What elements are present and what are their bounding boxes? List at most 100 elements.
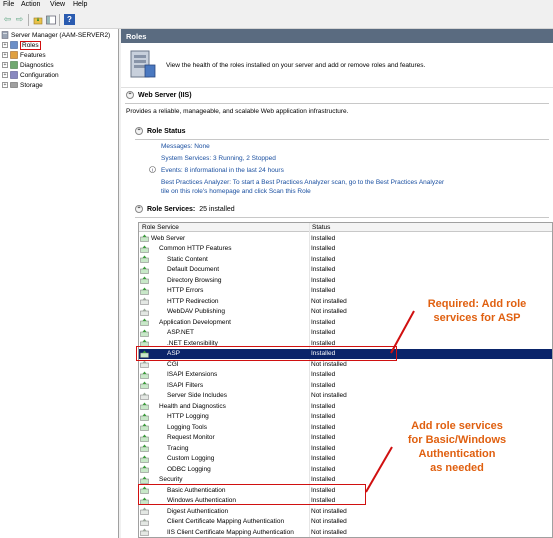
toolbar-separator — [59, 14, 60, 26]
expand-icon[interactable]: + — [2, 52, 8, 58]
table-row[interactable]: ISAPI Extensions Installed — [139, 370, 552, 381]
role-service-name: Tracing — [167, 444, 189, 452]
auth-callout-line1: Add role services — [411, 420, 503, 432]
info-icon: i — [149, 166, 156, 174]
role-service-name: Logging Tools — [167, 423, 207, 431]
table-row[interactable]: Health and Diagnostics Installed — [139, 401, 552, 412]
table-row[interactable]: IIS Client Certificate Mapping Authentic… — [139, 527, 552, 537]
role-services-title: Role Services: — [147, 205, 196, 213]
role-service-icon — [140, 507, 149, 515]
storage-icon — [10, 81, 18, 89]
bpa-link-line1[interactable]: Best Practices Analyzer: To start a Best… — [161, 179, 444, 186]
expand-icon[interactable]: + — [2, 62, 8, 68]
role-services-header[interactable]: ⌃ Role Services: 25 installed — [135, 203, 235, 215]
table-row[interactable]: Digest Authentication Not installed — [139, 506, 552, 517]
bpa-link-line2[interactable]: tile on this role's homepage and click S… — [161, 188, 311, 195]
tree-item-configuration[interactable]: + Configuration — [2, 70, 59, 80]
table-row[interactable]: HTTP Errors Installed — [139, 286, 552, 297]
tree-root[interactable]: Server Manager (AAM-SERVER2) — [1, 30, 110, 40]
menu-file[interactable]: File — [3, 1, 14, 8]
installed-role-service-icon — [140, 476, 149, 484]
role-service-status: Installed — [311, 318, 336, 326]
table-row[interactable]: Directory Browsing Installed — [139, 275, 552, 286]
diagnostics-icon — [10, 61, 18, 69]
tree-item-label: Roles — [20, 40, 41, 50]
role-service-name: Security — [159, 476, 183, 483]
installed-role-service-icon — [140, 255, 149, 263]
table-row[interactable]: Common HTTP Features Installed — [139, 244, 552, 255]
roles-summary: View the health of the roles installed o… — [121, 43, 553, 88]
table-row[interactable]: Default Document Installed — [139, 265, 552, 276]
collapse-icon[interactable]: ⌃ — [126, 91, 134, 99]
role-service-name: Application Development — [159, 318, 231, 326]
role-status-header[interactable]: ⌃ Role Status — [135, 125, 186, 137]
auth-callout-line4: as needed — [430, 462, 484, 474]
web-server-header[interactable]: ⌃ Web Server (IIS) — [126, 89, 192, 101]
expand-icon[interactable]: + — [2, 72, 8, 78]
role-service-name: Static Content — [167, 255, 208, 263]
messages-link[interactable]: Messages: None — [161, 143, 210, 150]
role-status-title: Role Status — [147, 127, 186, 135]
table-row[interactable]: Client Certificate Mapping Authenticatio… — [139, 517, 552, 528]
role-service-status: Installed — [311, 413, 336, 420]
table-row[interactable]: Server Side Includes Not installed — [139, 391, 552, 402]
role-service-name: ISAPI Extensions — [167, 371, 218, 378]
installed-role-service-icon — [140, 413, 149, 421]
menu-bar: File Action View Help — [0, 0, 553, 11]
role-service-status: Installed — [311, 455, 336, 462]
help-icon[interactable]: ? — [64, 14, 75, 25]
expand-icon[interactable]: + — [2, 82, 8, 88]
configuration-icon — [10, 71, 18, 79]
auth-callout-line2: for Basic/Windows — [407, 434, 507, 446]
menu-view[interactable]: View — [50, 1, 65, 8]
role-service-name: WebDAV Publishing — [167, 308, 225, 315]
tree-item-features[interactable]: + Features — [2, 50, 46, 60]
installed-role-service-icon — [140, 245, 149, 253]
table-row[interactable]: ASP.NET Installed — [139, 328, 552, 339]
role-service-name: IIS Client Certificate Mapping Authentic… — [167, 528, 294, 536]
column-header-status[interactable]: Status — [312, 224, 330, 231]
installed-role-service-icon — [140, 444, 149, 452]
role-service-status: Installed — [311, 371, 336, 378]
menu-action[interactable]: Action — [21, 1, 40, 8]
up-folder-icon[interactable] — [32, 14, 43, 25]
show-hide-tree-icon[interactable] — [45, 14, 56, 25]
tree-item-roles[interactable]: + Roles — [2, 40, 41, 50]
role-service-name: Custom Logging — [167, 455, 215, 462]
role-service-icon — [140, 360, 149, 368]
role-service-status: Installed — [311, 255, 336, 263]
toolbar: ⇦ ⇨ ? — [0, 11, 553, 29]
installed-role-service-icon — [140, 276, 149, 284]
table-row[interactable]: Web Server Installed — [139, 233, 552, 244]
column-header-role-service[interactable]: Role Service — [142, 224, 179, 231]
tree-item-diagnostics[interactable]: + Diagnostics — [2, 60, 54, 70]
tree-item-storage[interactable]: + Storage — [2, 80, 43, 90]
table-row[interactable]: Static Content Installed — [139, 254, 552, 265]
installed-role-service-icon — [140, 465, 149, 473]
auth-callout-line3: Authentication — [418, 448, 496, 460]
role-service-icon — [140, 392, 149, 400]
forward-icon[interactable]: ⇨ — [14, 14, 25, 25]
collapse-icon[interactable]: ⌃ — [135, 127, 143, 135]
role-service-name: Client Certificate Mapping Authenticatio… — [167, 518, 285, 525]
role-service-name: ISAPI Filters — [167, 381, 204, 389]
menu-help[interactable]: Help — [73, 1, 87, 8]
expand-icon[interactable]: + — [2, 42, 8, 48]
role-service-status: Installed — [311, 329, 336, 336]
events-link[interactable]: Events: 8 informational in the last 24 h… — [161, 167, 284, 174]
installed-role-service-icon — [140, 402, 149, 410]
roles-icon — [10, 41, 18, 49]
collapse-icon[interactable]: ⌃ — [135, 205, 143, 213]
role-service-icon — [140, 528, 149, 536]
role-service-name: HTTP Logging — [167, 413, 209, 420]
role-service-status: Not installed — [311, 308, 347, 315]
role-service-name: ODBC Logging — [167, 465, 211, 473]
features-icon — [10, 51, 18, 59]
role-service-status: Installed — [311, 476, 336, 483]
role-service-status: Installed — [311, 434, 336, 441]
installed-role-service-icon — [140, 423, 149, 431]
role-service-status: Installed — [311, 276, 336, 284]
table-row[interactable]: ISAPI Filters Installed — [139, 380, 552, 391]
back-icon[interactable]: ⇦ — [2, 14, 13, 25]
system-services-link[interactable]: System Services: 3 Running, 2 Stopped — [161, 155, 276, 162]
